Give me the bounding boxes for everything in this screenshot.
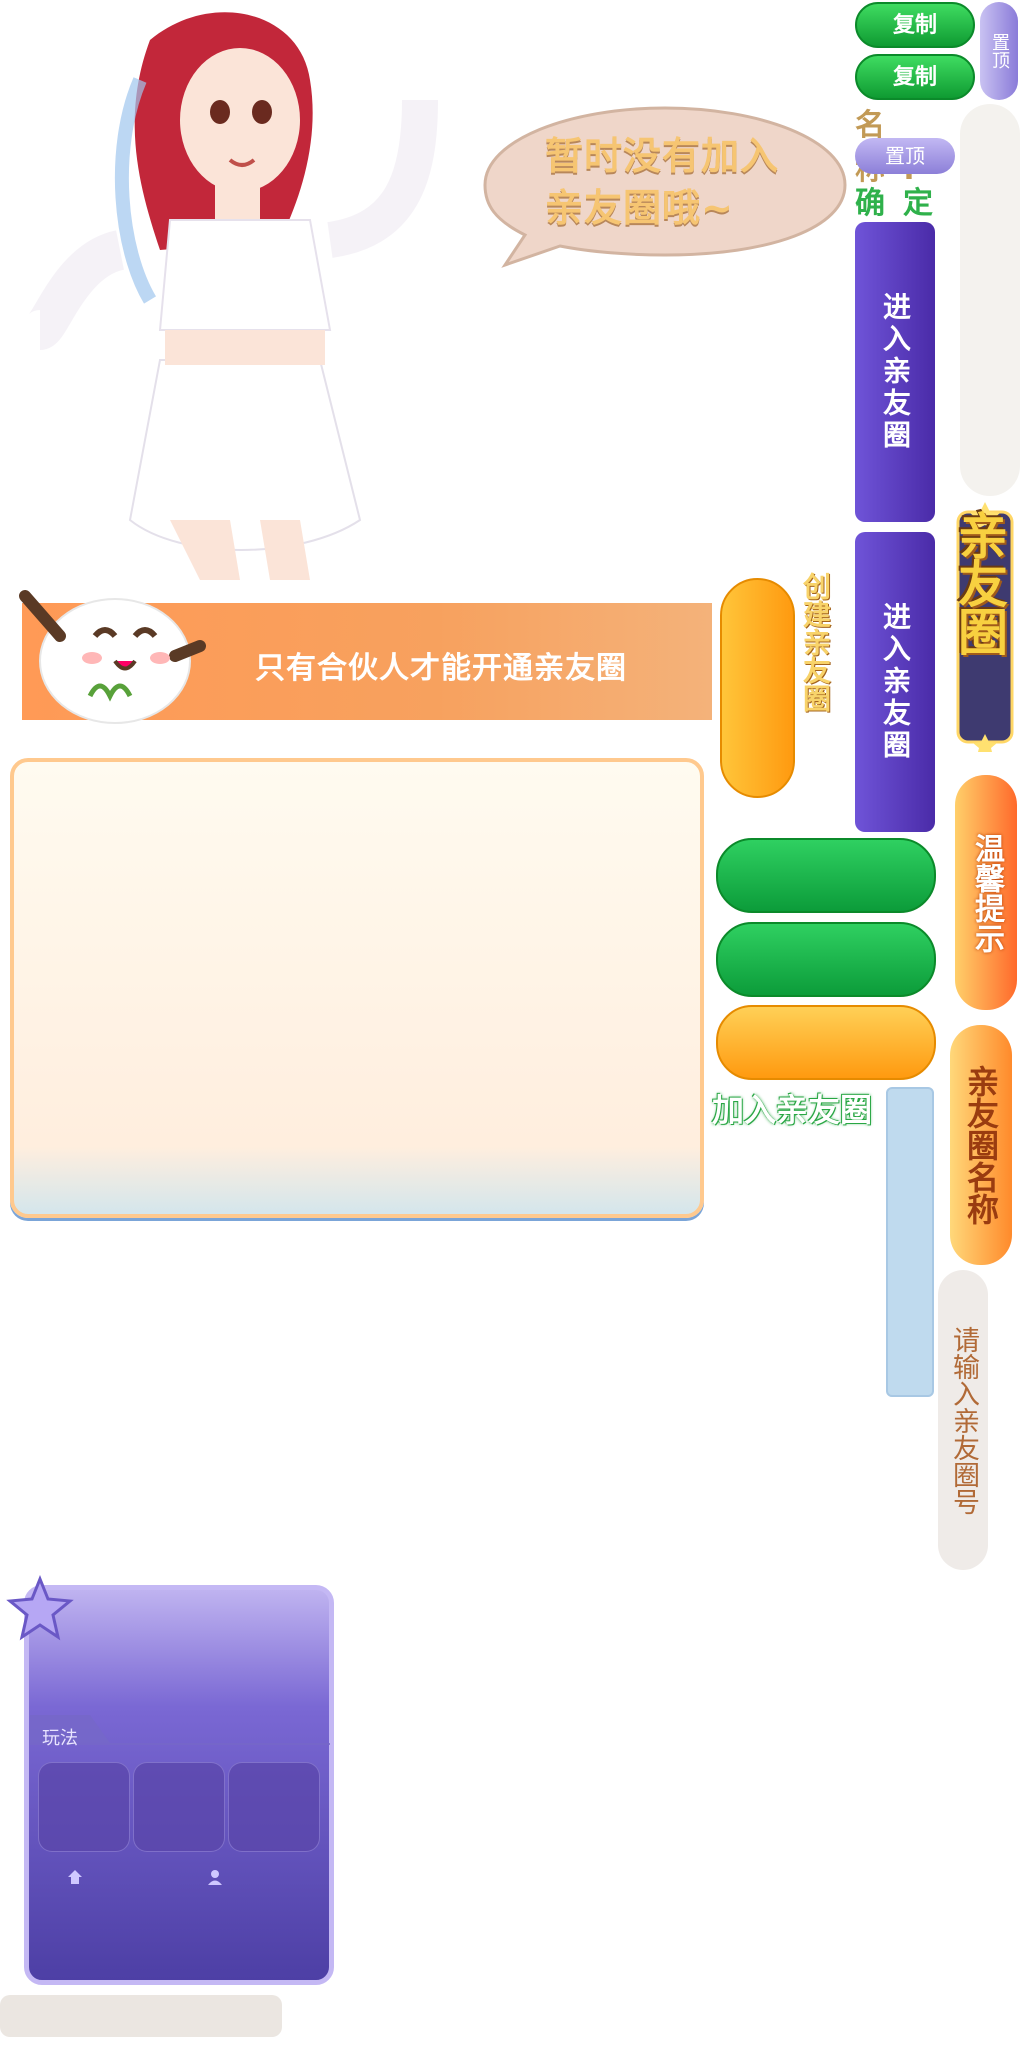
copy-button[interactable]: 复制 <box>855 2 975 48</box>
circle-id-input[interactable]: 请输入亲友圈号 <box>938 1270 988 1570</box>
bubble-line-2: 亲友圈哦~ <box>545 186 734 230</box>
circle-name-title: 亲友圈名称 <box>950 1025 1012 1265</box>
content-panel <box>10 758 704 1218</box>
game-slot[interactable] <box>133 1762 225 1852</box>
confirm-label[interactable]: 确定 <box>855 178 965 222</box>
bubble-line-1: 暂时没有加入 <box>545 134 780 178</box>
game-slot[interactable] <box>38 1762 130 1852</box>
join-circle-label[interactable]: 加入亲友圈 <box>712 1085 892 1131</box>
copy-button-2[interactable]: 复制 <box>855 54 975 100</box>
home-icon[interactable] <box>66 1868 84 1886</box>
create-circle-label: 创建亲友圈 <box>799 572 832 712</box>
scroll-bar[interactable] <box>886 1087 934 1397</box>
game-slot[interactable] <box>228 1762 320 1852</box>
card-tab-label: 玩法 <box>42 1728 78 1749</box>
enter-circle-button[interactable]: 进入亲友圈 <box>855 222 935 522</box>
pin-button[interactable]: 置顶 <box>855 138 955 174</box>
bottom-bar <box>0 1995 282 2037</box>
mascot-icon <box>19 590 206 724</box>
user-icon[interactable] <box>206 1868 224 1886</box>
tip-button[interactable]: 温馨提示 <box>955 775 1017 1010</box>
speech-bubble-text: 暂时没有加入 亲友圈哦~ <box>545 130 835 234</box>
star-icon <box>6 1575 74 1641</box>
orange-pill-button[interactable] <box>716 1005 936 1080</box>
enter-circle-button-2[interactable]: 进入亲友圈 <box>855 532 935 832</box>
green-pill-button[interactable] <box>716 838 936 913</box>
circle-logo-text: 亲友圈 <box>950 510 1008 654</box>
pin-button-vertical[interactable]: 置顶 <box>980 2 1018 100</box>
partner-banner-text: 只有合伙人才能开通亲友圈 <box>255 651 627 686</box>
input-panel-bg <box>960 104 1020 496</box>
character-illustration <box>27 12 438 580</box>
green-pill-button-2[interactable] <box>716 922 936 997</box>
create-circle-button[interactable] <box>720 578 795 798</box>
